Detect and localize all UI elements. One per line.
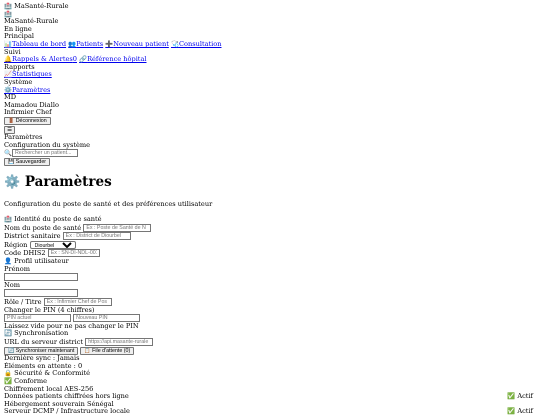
nav-section-rapports: Rapports [4,62,35,71]
bell-icon: 🔔 [4,55,12,64]
status-badge: ✅ Actif [507,407,533,416]
profile-title: 👤 Profil utilisateur [4,257,69,266]
clipboard-icon: 📋 [84,347,91,354]
sync-section: 🔄 Synchronisation URL du serveur distric… [4,330,536,370]
brand-header: 🏥 MaSanté-Rurale [4,2,536,11]
connection-status: En ligne [4,24,32,33]
pin-label: Changer le PIN (4 chiffres) [4,305,95,314]
last-sync: Dernière sync : Jamais [4,354,80,363]
page-title: ⚙️ Paramètres [4,174,112,191]
brand-name: MaSanté-Rurale [14,2,69,10]
search-icon: 🔍 [4,149,12,158]
nav-item-new-patient[interactable]: ➕Nouveau patient [105,40,169,48]
brand-logo: 🏥 [4,10,536,19]
topbar-subtitle: Configuration du système [4,140,91,149]
stethoscope-icon: 🩺 [170,39,179,48]
door-icon: 🚪 [8,117,15,124]
nav-principal-items: 📊Tableau de bord 👥Patients ➕Nouveau pati… [4,40,536,49]
user-role: Infirmier Chef [4,108,52,117]
people-icon: 👥 [68,39,77,48]
sync-icon: 🔄 [4,329,12,338]
page-root: 🏥 MaSanté-Rurale 🏥 MaSanté-Rurale En lig… [4,2,536,416]
check-icon: ✅ [507,392,516,401]
page-description: Configuration du poste de santé et des p… [4,200,213,209]
save-button[interactable]: 💾 Sauvegarder [4,157,51,166]
server-url-input[interactable] [85,337,154,346]
district-label: District sanitaire [4,232,61,241]
current-pin-input[interactable] [4,314,71,323]
user-avatar: MD [4,93,17,102]
nav-item-reminders[interactable]: 🔔Rappels & Alertes0 [4,55,77,63]
sidebar: 🏥 MaSanté-Rurale 🏥 MaSanté-Rurale En lig… [4,2,536,126]
pin-hint: Laissez vide pour ne pas changer le PIN [4,321,139,330]
nav-item-consultation[interactable]: 🩺Consultation [171,40,222,48]
search-box: 🔍 [4,149,536,158]
sync-title: 🔄 Synchronisation [4,329,69,338]
floppy-icon: 💾 [8,158,15,165]
nav-item-hospital-referral[interactable]: 🔗Référence hôpital [79,55,146,63]
status-badge: ✅ Actif [507,392,533,401]
security-item: Serveur DCMP / Infrastructure locale ✅ Ac… [4,407,533,416]
logo-name: MaSanté-Rurale [4,17,59,26]
search-input[interactable] [11,149,78,158]
sync-icon: 🔄 [8,347,15,354]
bar-chart-icon: 📊 [4,39,12,48]
person-icon: 👤 [4,257,12,266]
identity-section: 🏥 Identité du poste de santé Nom du post… [4,215,536,258]
role-input[interactable] [43,298,112,306]
firstname-label: Prénom [4,264,30,273]
role-label: Rôle / Titre [4,298,42,306]
check-icon: ✅ [507,407,516,416]
topbar: ☰ Paramètres Configuration du système 🔍 … [4,125,536,167]
logout-button[interactable]: 🚪 Déconnexion [4,116,51,125]
main-content: ⚙️ Paramètres Configuration du poste de … [4,174,536,415]
link-icon: 🔗 [79,55,88,64]
profile-section: 👤 Profil utilisateur Prénom Nom Rôle / T… [4,257,536,330]
server-url-label: URL du serveur district [4,337,84,346]
queue-button[interactable]: 📋 File d'attente (0) [80,346,135,355]
health-post-name-label: Nom du poste de santé [4,223,82,232]
lastname-input[interactable] [4,289,78,298]
new-pin-input[interactable] [73,314,141,323]
nav-item-dashboard[interactable]: 📊Tableau de bord [4,40,66,48]
hospital-icon: 🏥 [4,215,12,224]
nav-suivi-items: 🔔Rappels & Alertes0 🔗Référence hôpital [4,55,536,64]
gear-icon: ⚙️ [4,175,21,191]
reminders-badge: 0 [72,55,77,64]
security-title: 🔒 Sécurité & Conformité [4,369,91,378]
nav-section-systeme: Système [4,77,33,86]
security-section: 🔒 Sécurité & Conformité ✅ Conforme Chiff… [4,370,536,416]
nav-item-patients[interactable]: 👥Patients [68,40,103,48]
district-input[interactable] [62,232,131,241]
identity-title: 🏥 Identité du poste de santé [4,215,102,224]
region-select[interactable]: Diourbel [29,240,76,249]
health-post-name-input[interactable] [83,223,152,232]
region-label: Région [4,240,28,249]
lastname-label: Nom [4,280,20,289]
user-name: Mamadou Diallo [4,100,59,109]
